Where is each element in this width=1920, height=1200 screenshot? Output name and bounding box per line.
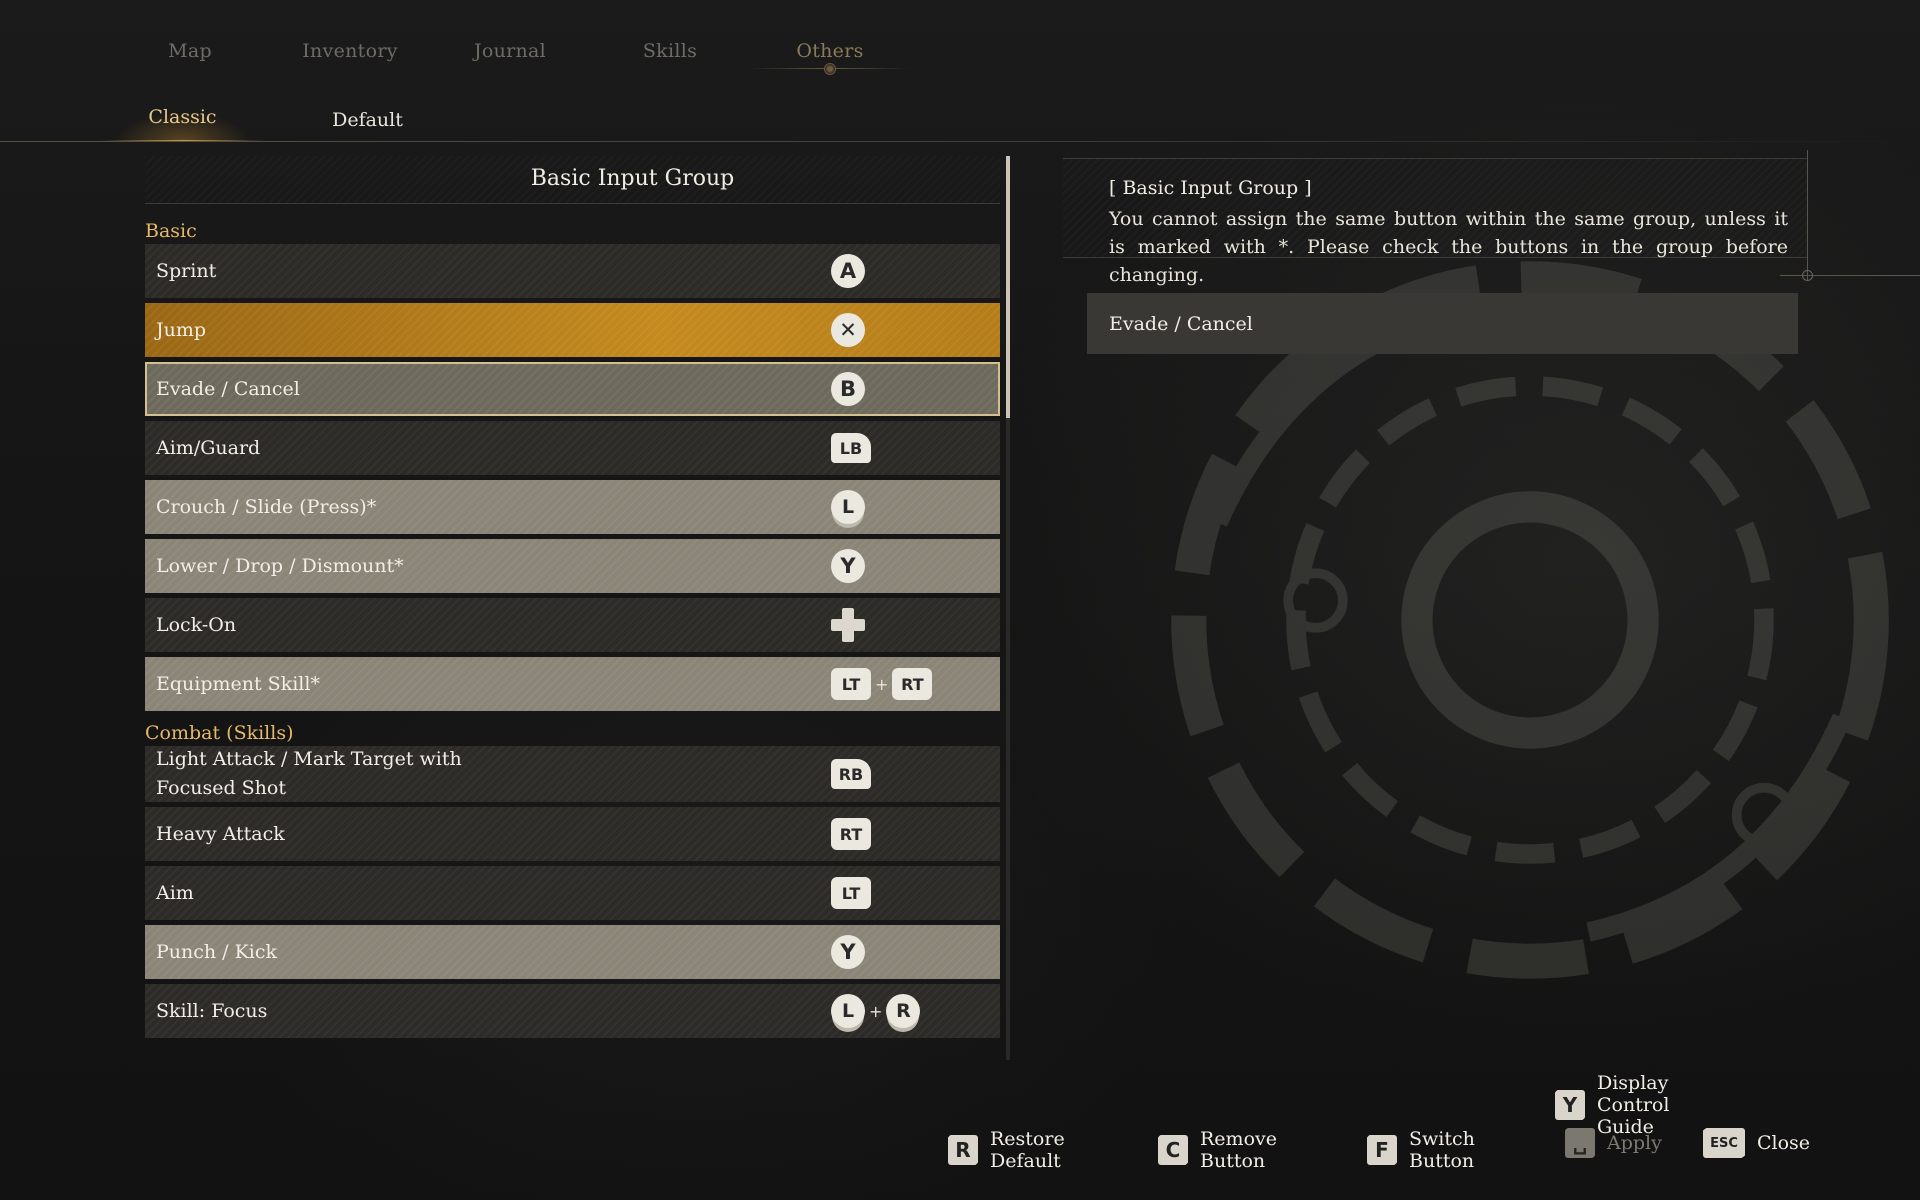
tab-inventory[interactable]: Inventory xyxy=(270,36,430,80)
scrollbar-thumb[interactable] xyxy=(1006,156,1010,418)
button-lt-icon: LT xyxy=(831,668,871,700)
key-r-icon: R xyxy=(948,1135,978,1165)
row-label: Sprint xyxy=(156,260,217,282)
frame-corner-icon xyxy=(1802,270,1813,281)
selected-action-box: Evade / Cancel xyxy=(1087,293,1798,354)
tab-journal[interactable]: Journal xyxy=(430,36,590,80)
hint-label: Switch Button xyxy=(1409,1128,1475,1172)
row-evade-cancel[interactable]: Evade / Cancel B xyxy=(145,362,1000,416)
row-label: Skill: Focus xyxy=(156,1000,268,1022)
left-stick-icon: L xyxy=(831,490,865,524)
row-label-line1: Light Attack / Mark Target with xyxy=(156,748,462,770)
list-scrollbar[interactable] xyxy=(1006,156,1010,1060)
hint-label: Close xyxy=(1757,1132,1811,1154)
row-skill-focus[interactable]: Skill: Focus L + R xyxy=(145,984,1000,1038)
button-b-icon: B xyxy=(831,372,865,406)
info-panel: [ Basic Input Group ] You cannot assign … xyxy=(1063,158,1808,286)
dpad-icon xyxy=(831,608,865,642)
row-sprint[interactable]: Sprint A xyxy=(145,244,1000,298)
button-lt-icon: LT xyxy=(831,877,871,909)
button-rb-icon: RB xyxy=(831,759,871,789)
selected-action-label: Evade / Cancel xyxy=(1109,312,1253,335)
row-punch-kick[interactable]: Punch / Kick Y xyxy=(145,925,1000,979)
button-rt-icon: RT xyxy=(892,668,933,700)
row-light-attack[interactable]: Light Attack / Mark Target with Focused … xyxy=(145,746,1000,802)
row-label: Lower / Drop / Dismount* xyxy=(156,555,404,577)
button-rt-icon: RT xyxy=(831,818,871,850)
key-y-icon: Y xyxy=(1555,1090,1585,1120)
group-title: Basic Input Group xyxy=(145,156,1000,204)
button-y-icon: Y xyxy=(831,935,865,969)
subtab-default[interactable]: Default xyxy=(275,100,460,142)
row-equipment-skill[interactable]: Equipment Skill* LT + RT xyxy=(145,657,1000,711)
top-tab-bar: Map Inventory Journal Skills Others xyxy=(110,36,910,80)
close-button[interactable]: ESC Close xyxy=(1703,1128,1810,1158)
key-c-icon: C xyxy=(1158,1135,1188,1165)
tab-skills[interactable]: Skills xyxy=(590,36,750,80)
info-title: [ Basic Input Group ] xyxy=(1109,177,1312,199)
tab-others-label: Others xyxy=(796,40,864,62)
row-label: Aim xyxy=(156,882,194,904)
row-heavy-attack[interactable]: Heavy Attack RT xyxy=(145,807,1000,861)
row-label: Light Attack / Mark Target with Focused … xyxy=(156,745,796,803)
key-space-icon: ␣ xyxy=(1565,1128,1595,1158)
key-esc-icon: ESC xyxy=(1703,1128,1745,1158)
hint-label: Apply xyxy=(1607,1132,1662,1154)
row-lower-drop[interactable]: Lower / Drop / Dismount* Y xyxy=(145,539,1000,593)
row-label: Aim/Guard xyxy=(156,437,261,459)
frame-line xyxy=(1780,275,1920,276)
plus-sign: + xyxy=(875,674,889,694)
apply-button[interactable]: ␣ Apply xyxy=(1565,1128,1662,1158)
row-label: Equipment Skill* xyxy=(156,673,320,695)
row-lock-on[interactable]: Lock-On xyxy=(145,598,1000,652)
row-label: Punch / Kick xyxy=(156,941,278,963)
row-label-line2: Focused Shot xyxy=(156,777,286,799)
row-aim-guard[interactable]: Aim/Guard LB xyxy=(145,421,1000,475)
switch-button-button[interactable]: F Switch Button xyxy=(1367,1128,1475,1172)
left-stick-icon: L xyxy=(831,994,865,1028)
row-crouch-slide[interactable]: Crouch / Slide (Press)* L xyxy=(145,480,1000,534)
hint-label: Restore Default xyxy=(990,1128,1065,1172)
sub-tab-bar: Classic Default xyxy=(90,100,460,142)
row-label: Jump xyxy=(156,319,207,341)
row-label: Heavy Attack xyxy=(156,823,285,845)
info-description: You cannot assign the same button within… xyxy=(1109,208,1788,286)
key-f-icon: F xyxy=(1367,1135,1397,1165)
remove-button-button[interactable]: C Remove Button xyxy=(1158,1128,1277,1172)
right-stick-icon: R xyxy=(886,994,921,1028)
section-label-combat: Combat (Skills) xyxy=(145,722,294,744)
frame-line xyxy=(1807,150,1808,280)
row-label: Crouch / Slide (Press)* xyxy=(156,496,377,518)
hint-label: Remove Button xyxy=(1200,1128,1277,1172)
section-label-basic: Basic xyxy=(145,220,197,242)
tab-map[interactable]: Map xyxy=(110,36,270,80)
subtab-classic[interactable]: Classic xyxy=(90,100,275,142)
plus-sign: + xyxy=(869,1001,883,1021)
row-jump[interactable]: Jump ✕ xyxy=(145,303,1000,357)
divider xyxy=(0,141,1920,142)
input-list: Basic Input Group Basic Sprint A Jump ✕ … xyxy=(145,156,1000,1043)
button-y-icon: Y xyxy=(831,549,865,583)
row-label: Evade / Cancel xyxy=(156,378,300,400)
button-lb-icon: LB xyxy=(831,433,871,463)
restore-default-button[interactable]: R Restore Default xyxy=(948,1128,1065,1172)
tab-others[interactable]: Others xyxy=(750,36,910,80)
button-x-icon: ✕ xyxy=(831,313,865,347)
button-a-icon: A xyxy=(831,254,865,288)
row-label: Lock-On xyxy=(156,614,237,636)
row-aim[interactable]: Aim LT xyxy=(145,866,1000,920)
active-tab-marker-icon xyxy=(824,63,836,75)
